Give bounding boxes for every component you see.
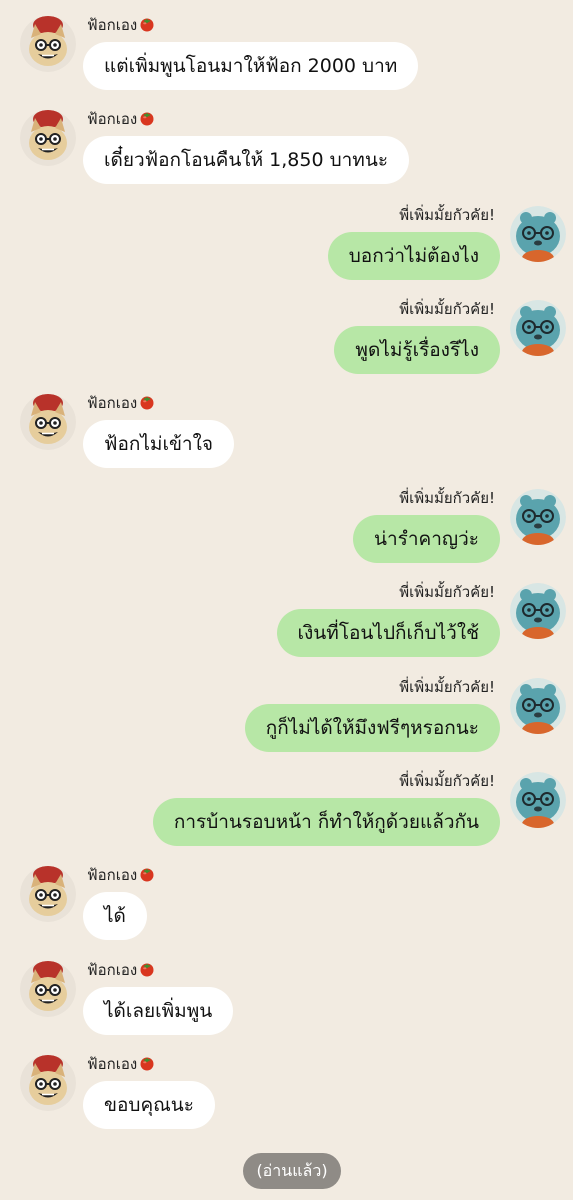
sender-name: พี่เพิ่มมั้ยกัวคัย! — [399, 206, 495, 224]
message-row: ฟ้อกเอง แต่เพิ่มพูนโอนมาให้ฟ้อก 2000 บาท — [0, 16, 573, 92]
sender-name: พี่เพิ่มมั้ยกัวคัย! — [399, 489, 495, 507]
sender-name: ฟ้อกเอง — [87, 866, 155, 884]
message-row: ฟ้อกเอง ได้ — [0, 866, 573, 942]
sender-name: พี่เพิ่มมั้ยกัวคัย! — [399, 678, 495, 696]
avatar-me[interactable] — [510, 583, 566, 639]
avatar-me[interactable] — [510, 678, 566, 734]
tomato-icon — [139, 110, 155, 126]
sender-name: ฟ้อกเอง — [87, 16, 155, 34]
avatar-other[interactable] — [20, 961, 76, 1017]
avatar-me[interactable] — [510, 489, 566, 545]
tomato-icon — [139, 394, 155, 410]
message-row: ฟ้อกเอง เดี๋ยวฟ้อกโอนคืนให้ 1,850 บาทนะ — [0, 110, 573, 186]
message-row: ฟ้อกเอง ได้เลยเพิ่มพูน — [0, 961, 573, 1037]
sender-name: ฟ้อกเอง — [87, 394, 155, 412]
sender-name: พี่เพิ่มมั้ยกัวคัย! — [399, 583, 495, 601]
avatar-other[interactable] — [20, 866, 76, 922]
message-row: พี่เพิ่มมั้ยกัวคัย! เงินที่โอนไปก็เก็บไว… — [0, 583, 573, 659]
message-bubble[interactable]: เงินที่โอนไปก็เก็บไว้ใช้ — [276, 609, 500, 657]
tomato-icon — [139, 961, 155, 977]
sender-name: พี่เพิ่มมั้ยกัวคัย! — [399, 300, 495, 318]
message-bubble[interactable]: ได้ — [83, 892, 147, 940]
message-row: พี่เพิ่มมั้ยกัวคัย! บอกว่าไม่ต้องไง — [0, 206, 573, 282]
sender-name: ฟ้อกเอง — [87, 961, 155, 979]
message-row: พี่เพิ่มมั้ยกัวคัย! พูดไม่รู้เรื่องรึไง — [0, 300, 573, 376]
avatar-other[interactable] — [20, 16, 76, 72]
tomato-icon — [139, 866, 155, 882]
message-bubble[interactable]: แต่เพิ่มพูนโอนมาให้ฟ้อก 2000 บาท — [83, 42, 419, 90]
sender-name: ฟ้อกเอง — [87, 1055, 155, 1073]
message-row: พี่เพิ่มมั้ยกัวคัย! กูก็ไม่ได้ให้มึงฟรีๆ… — [0, 678, 573, 754]
message-bubble[interactable]: บอกว่าไม่ต้องไง — [327, 232, 500, 280]
message-row: พี่เพิ่มมั้ยกัวคัย! น่ารำคาญว่ะ — [0, 489, 573, 565]
avatar-me[interactable] — [510, 772, 566, 828]
sender-name: พี่เพิ่มมั้ยกัวคัย! — [399, 772, 495, 790]
message-row: ฟ้อกเอง ฟ้อกไม่เข้าใจ — [0, 394, 573, 470]
avatar-other[interactable] — [20, 394, 76, 450]
read-status-pill: (อ่านแล้ว) — [243, 1153, 341, 1189]
message-bubble[interactable]: เดี๋ยวฟ้อกโอนคืนให้ 1,850 บาทนะ — [83, 136, 410, 184]
sender-name: ฟ้อกเอง — [87, 110, 155, 128]
message-bubble[interactable]: ได้เลยเพิ่มพูน — [83, 987, 234, 1035]
message-bubble[interactable]: การบ้านรอบหน้า ก็ทำให้กูด้วยแล้วกัน — [152, 798, 500, 846]
message-row: ฟ้อกเอง ขอบคุณนะ — [0, 1055, 573, 1131]
message-bubble[interactable]: กูก็ไม่ได้ให้มึงฟรีๆหรอกนะ — [244, 704, 500, 752]
message-bubble[interactable]: ขอบคุณนะ — [83, 1081, 215, 1129]
tomato-icon — [139, 1055, 155, 1071]
avatar-me[interactable] — [510, 206, 566, 262]
message-row: พี่เพิ่มมั้ยกัวคัย! การบ้านรอบหน้า ก็ทำใ… — [0, 772, 573, 848]
tomato-icon — [139, 16, 155, 32]
avatar-other[interactable] — [20, 110, 76, 166]
avatar-other[interactable] — [20, 1055, 76, 1111]
message-bubble[interactable]: พูดไม่รู้เรื่องรึไง — [334, 326, 500, 374]
message-bubble[interactable]: ฟ้อกไม่เข้าใจ — [83, 420, 235, 468]
avatar-me[interactable] — [510, 300, 566, 356]
message-bubble[interactable]: น่ารำคาญว่ะ — [353, 515, 500, 563]
